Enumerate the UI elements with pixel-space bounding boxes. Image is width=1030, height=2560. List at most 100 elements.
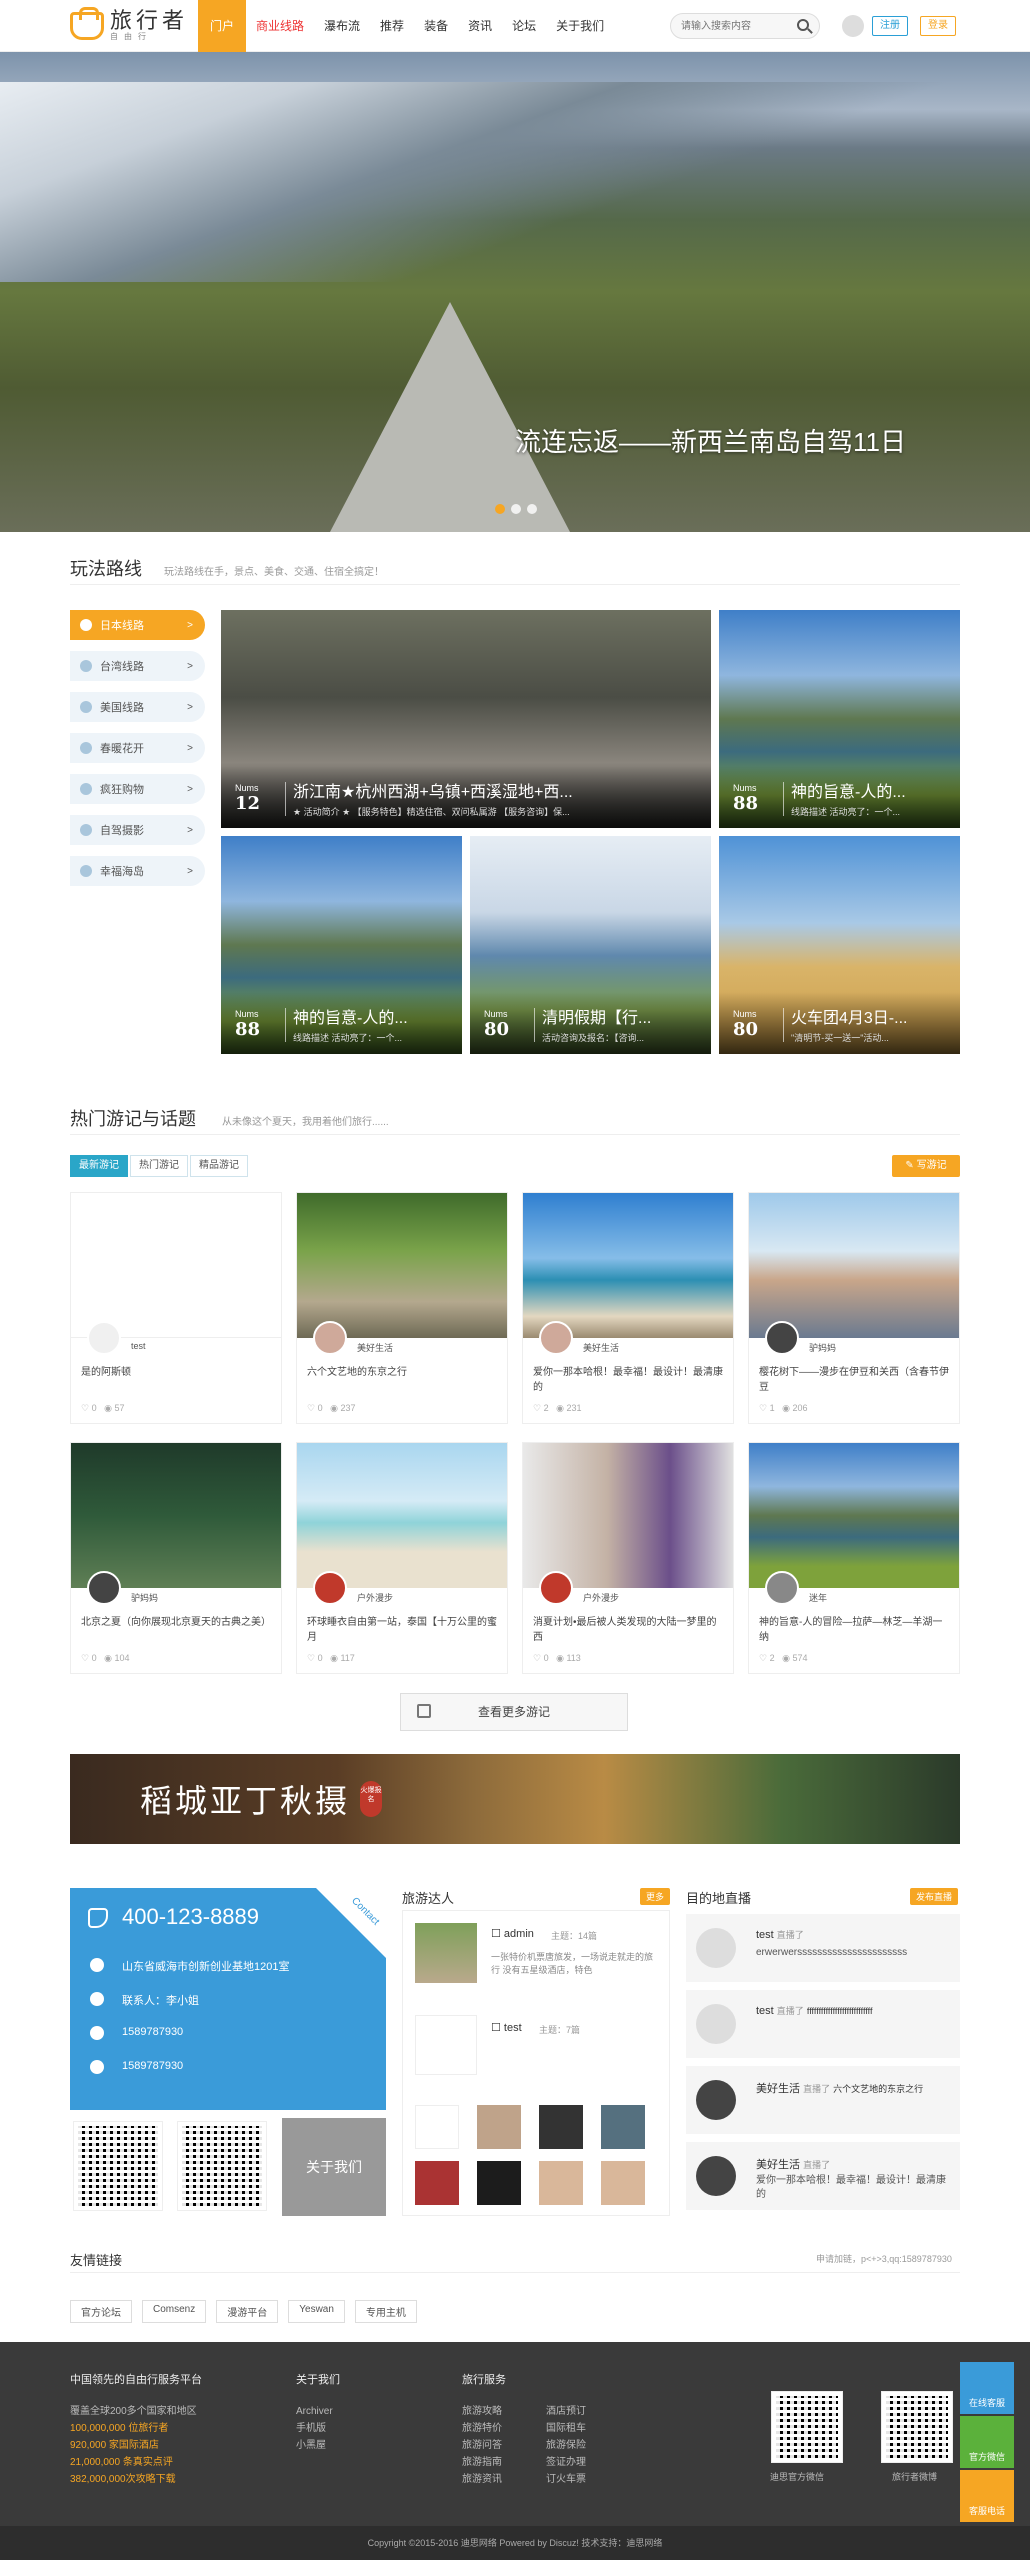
site-logo[interactable]: 旅行者 自由行 <box>70 7 189 44</box>
tab-latest[interactable]: 最新游记 <box>70 1155 128 1177</box>
live-item[interactable]: test 直播了 erwerwerssssssssssssssssssssss <box>686 1914 960 1982</box>
footer-link[interactable]: 手机版 <box>296 2420 340 2437</box>
talent-thumb[interactable] <box>601 2105 645 2149</box>
nav-recommend[interactable]: 推荐 <box>370 0 414 52</box>
user-avatar[interactable] <box>842 15 864 37</box>
route-card[interactable]: Nums 88 神的旨意-人的... 线路描述 活动亮了：一个... <box>221 836 462 1054</box>
footer-link[interactable]: 旅游攻略 <box>462 2403 506 2420</box>
links-apply[interactable]: 申请加链，p<+>3,qq:1589787930 <box>816 2252 952 2265</box>
footer-col-services: 旅行服务 旅游攻略 旅游特价 旅游问答 旅游指南 旅游资讯 <box>462 2372 506 2488</box>
slider-dot[interactable] <box>511 504 521 514</box>
route-card[interactable]: Nums 80 火车团4月3日-... "清明节-买一送一"活动... <box>719 836 960 1054</box>
more-notes-button[interactable]: 查看更多游记 <box>400 1693 628 1731</box>
hero-slider[interactable]: 流连忘返——新西兰南岛自驾11日 <box>0 52 1030 532</box>
hero-title[interactable]: 流连忘返——新西兰南岛自驾11日 <box>515 422 906 459</box>
talent-thumb[interactable] <box>477 2105 521 2149</box>
nav-business-routes[interactable]: 商业线路 <box>246 0 314 52</box>
contact-qq1[interactable]: 1589787930 <box>122 2026 183 2038</box>
footer-link[interactable]: 订火车票 <box>546 2471 586 2488</box>
footer-link[interactable]: Archiver <box>296 2403 340 2420</box>
nav-forum[interactable]: 论坛 <box>502 0 546 52</box>
friend-link[interactable]: 漫游平台 <box>216 2300 279 2323</box>
live-text: ffffffffffffffffffffffffffff <box>806 2006 873 2016</box>
footer-link[interactable]: 小黑屋 <box>296 2437 340 2454</box>
talent-name[interactable]: ☐ admin <box>491 1927 534 1940</box>
talent-thumb[interactable] <box>601 2161 645 2205</box>
footer-link[interactable]: 旅游特价 <box>462 2420 506 2437</box>
route-category-japan[interactable]: 日本线路 > <box>70 610 205 640</box>
side-wechat[interactable]: 官方微信 <box>960 2416 1014 2468</box>
route-card[interactable]: Nums 88 神的旨意-人的... 线路描述 活动亮了：一个... <box>719 610 960 828</box>
route-category-photo[interactable]: 自驾摄影 > <box>70 815 205 845</box>
friend-link[interactable]: Yeswan <box>288 2300 345 2323</box>
live-item[interactable]: 美好生活 直播了 六个文艺地的东京之行 <box>686 2066 960 2134</box>
footer-link[interactable]: 旅游保险 <box>546 2437 586 2454</box>
route-category-usa[interactable]: 美国线路 > <box>70 692 205 722</box>
slider-dot[interactable] <box>495 504 505 514</box>
search-input[interactable] <box>671 14 791 38</box>
footer-link[interactable]: 签证办理 <box>546 2454 586 2471</box>
view-count: 237 <box>340 1403 356 1413</box>
register-button[interactable]: 注册 <box>872 16 908 36</box>
slider-dot[interactable] <box>527 504 537 514</box>
nav-about[interactable]: 关于我们 <box>546 0 614 52</box>
write-note-button[interactable]: ✎ 写游记 <box>892 1155 960 1177</box>
talent-thumb[interactable] <box>539 2161 583 2205</box>
travel-card[interactable]: test 是的阿斯顿 ♡ 0 ◉ 57 <box>70 1192 282 1424</box>
talent-name[interactable]: ☐ test <box>491 2021 522 2034</box>
promo-banner[interactable]: 稻城亚丁秋摄 火爆报名 <box>70 1754 960 1844</box>
nav-home[interactable]: 门户 <box>198 0 247 52</box>
travel-card[interactable]: 户外漫步 消夏计划•最后被人类发现的大陆一梦里的西 ♡ 0 ◉ 113 <box>522 1442 734 1674</box>
side-phone[interactable]: 客服电话 <box>960 2470 1014 2522</box>
side-online-service[interactable]: 在线客服 <box>960 2362 1014 2414</box>
route-category-spring[interactable]: 春暖花开 > <box>70 733 205 763</box>
travel-card[interactable]: 驴妈妈 北京之夏（向你展现北京夏天的古典之美） ♡ 0 ◉ 104 <box>70 1442 282 1674</box>
travel-card[interactable]: 美好生活 六个文艺地的东京之行 ♡ 0 ◉ 237 <box>296 1192 508 1424</box>
talent-photo[interactable] <box>415 2015 477 2075</box>
nav-news[interactable]: 资讯 <box>458 0 502 52</box>
location-pin-icon <box>80 865 92 877</box>
live-item[interactable]: test 直播了 ffffffffffffffffffffffffffff <box>686 1990 960 2058</box>
card-stats: ♡ 1 ◉ 206 <box>759 1403 808 1414</box>
friend-link[interactable]: 官方论坛 <box>70 2300 132 2323</box>
route-category-taiwan[interactable]: 台湾线路 > <box>70 651 205 681</box>
footer-link[interactable]: 旅游问答 <box>462 2437 506 2454</box>
talent-thumb[interactable] <box>539 2105 583 2149</box>
login-button[interactable]: 登录 <box>920 16 956 36</box>
travel-card[interactable]: 驴妈妈 樱花树下——漫步在伊豆和关西（含春节伊豆 ♡ 1 ◉ 206 <box>748 1192 960 1424</box>
card-author: 迷年 <box>809 1593 828 1603</box>
post-live-button[interactable]: 发布直播 <box>910 1888 959 1905</box>
friend-link[interactable]: Comsenz <box>142 2300 207 2323</box>
search-icon[interactable] <box>797 19 809 31</box>
travel-card[interactable]: 美好生活 爱你一那本哈根！最幸福！最设计！最清康的 ♡ 2 ◉ 231 <box>522 1192 734 1424</box>
route-card[interactable]: Nums 80 清明假期【行... 活动咨询及报名：【咨询... <box>470 836 711 1054</box>
route-card[interactable]: Nums 12 浙江南★杭州西湖+乌镇+西溪湿地+西... ★ 活动简介 ★ 【服… <box>221 610 711 828</box>
talent-thumb[interactable] <box>415 2161 459 2205</box>
footer-link[interactable]: 旅游指南 <box>462 2454 506 2471</box>
nav-waterfall[interactable]: 瀑布流 <box>314 0 370 52</box>
footer-link[interactable]: 旅游资讯 <box>462 2471 506 2488</box>
live-item[interactable]: 美好生活 直播了 爱你一那本哈根！最幸福！最设计！最清康的 <box>686 2142 960 2210</box>
footer-link[interactable]: 酒店预订 <box>546 2403 586 2420</box>
talent-photo[interactable] <box>415 1923 477 1983</box>
talents-more-button[interactable]: 更多 <box>640 1888 671 1905</box>
talent-thumb[interactable] <box>477 2161 521 2205</box>
contact-phone[interactable]: 400-123-8889 <box>122 1904 259 1930</box>
travel-card[interactable]: 户外漫步 环球睡衣自由第一站，泰国【十万公里的蜜月 ♡ 0 ◉ 117 <box>296 1442 508 1674</box>
route-desc: 线路描述 活动亮了：一个... <box>293 1033 403 1043</box>
route-category-shopping[interactable]: 疯狂购物 > <box>70 774 205 804</box>
contact-qq2[interactable]: 1589787930 <box>122 2060 183 2072</box>
talent-thumb[interactable] <box>415 2105 459 2149</box>
friend-link[interactable]: 专用主机 <box>354 2300 417 2323</box>
route-category-island[interactable]: 幸福海岛 > <box>70 856 205 886</box>
travel-card[interactable]: 迷年 神的旨意-人的冒险—拉萨—林芝—羊湖一纳 ♡ 2 ◉ 574 <box>748 1442 960 1674</box>
tab-hot[interactable]: 热门游记 <box>130 1155 188 1177</box>
footer-link[interactable]: 国际租车 <box>546 2420 586 2437</box>
category-label: 美国线路 <box>100 702 144 714</box>
logo-text: 旅行者 <box>110 8 189 33</box>
friend-links: 官方论坛 Comsenz 漫游平台 Yeswan 专用主机 <box>70 2300 417 2323</box>
about-us-button[interactable]: 关于我们 <box>282 2118 386 2216</box>
nav-gear[interactable]: 装备 <box>414 0 458 52</box>
tab-featured[interactable]: 精品游记 <box>190 1155 248 1177</box>
footer-line: 920,000 家国际酒店 <box>70 2440 159 2451</box>
